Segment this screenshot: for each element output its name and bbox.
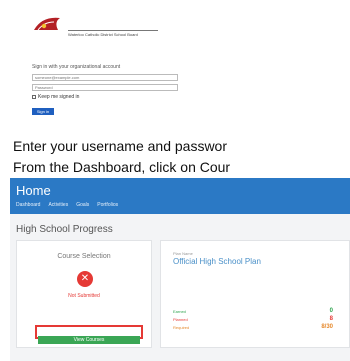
page-title: Home (16, 183, 51, 198)
credits-planned-row: Planned 8 (173, 315, 333, 323)
credits-planned-label: Planned (173, 316, 188, 322)
plan-name-label: Plan Name (173, 251, 193, 256)
credits-required-row: Required 8/30 (173, 323, 333, 331)
instruction-line-2: From the Dashboard, click on Cour (13, 159, 231, 175)
username-input[interactable] (32, 74, 178, 81)
credits-required-label: Required (173, 324, 190, 330)
nav-portfolios[interactable]: Portfolios (97, 202, 118, 208)
app-header: Home Dashboard Activities Goals Portfoli… (10, 178, 350, 214)
password-input[interactable] (32, 84, 178, 91)
credits-earned-value: 0 (329, 308, 333, 314)
keep-signed-in-checkbox[interactable] (32, 95, 36, 99)
plan-card: Plan Name Official High School Plan Earn… (160, 240, 350, 348)
credits-required-value: 8/30 (321, 324, 333, 330)
credits-earned-row: Earned 0 (173, 307, 333, 315)
signin-title: Sign in with your organizational account (32, 64, 121, 70)
signin-button[interactable]: Sign in (32, 108, 54, 115)
nav-activities[interactable]: Activities (48, 202, 68, 208)
app-dashboard: Home Dashboard Activities Goals Portfoli… (10, 178, 350, 361)
keep-signed-in-label: Keep me signed in (38, 94, 80, 100)
main-nav: Dashboard Activities Goals Portfolios (16, 202, 118, 208)
school-board-logo: Waterloo Catholic District School Board (32, 10, 158, 54)
plan-name[interactable]: Official High School Plan (173, 257, 261, 266)
view-courses-highlight: View Courses (35, 325, 143, 344)
course-selection-title: Course Selection (57, 253, 111, 260)
credits-summary: Earned 0 Planned 8 Required 8/30 (173, 307, 333, 331)
keep-signed-in[interactable]: Keep me signed in (32, 94, 79, 100)
view-courses-button[interactable]: View Courses (38, 336, 140, 344)
section-title: High School Progress (16, 224, 113, 235)
instruction-line-1: Enter your username and passwor (13, 138, 227, 154)
not-submitted-icon: ✕ (77, 271, 93, 287)
logo-text: Waterloo Catholic District School Board (68, 32, 138, 37)
logo-divider (68, 30, 158, 31)
nav-goals[interactable]: Goals (76, 202, 89, 208)
course-selection-card: Course Selection ✕ Not Submitted View Co… (16, 240, 152, 348)
credits-planned-value: 8 (329, 316, 333, 322)
nav-dashboard[interactable]: Dashboard (16, 202, 40, 208)
course-status: Not Submitted (68, 293, 100, 299)
credits-earned-label: Earned (173, 308, 186, 314)
logo-icon (34, 17, 60, 31)
